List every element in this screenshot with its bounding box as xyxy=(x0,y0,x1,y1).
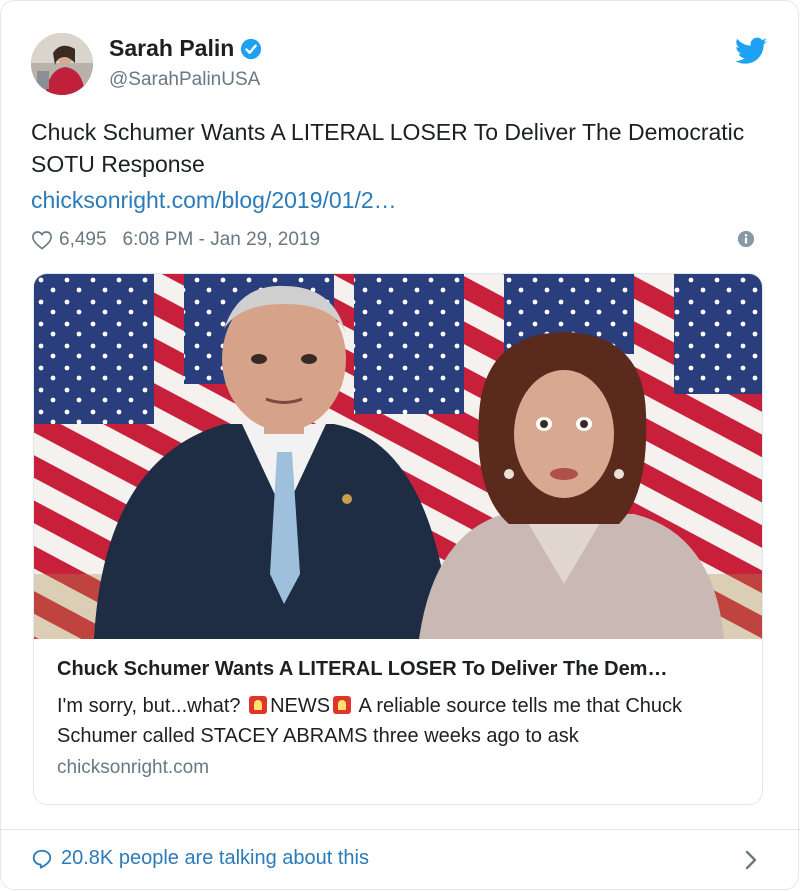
info-icon[interactable] xyxy=(737,230,755,248)
card-body: Chuck Schumer Wants A LITERAL LOSER To D… xyxy=(57,658,747,779)
twitter-bird-icon[interactable] xyxy=(735,37,767,65)
like-count[interactable]: 6,495 xyxy=(59,229,107,251)
card-image[interactable] xyxy=(34,274,762,639)
card-description: I'm sorry, but...what? NEWS A reliable s… xyxy=(57,691,747,751)
timestamp[interactable]: 6:08 PM - Jan 29, 2019 xyxy=(123,229,321,251)
speech-bubble-icon xyxy=(32,849,52,869)
verified-badge-icon xyxy=(241,38,262,59)
tweet-link[interactable]: chicksonright.com/blog/2019/01/2… xyxy=(31,187,397,214)
divider xyxy=(1,829,800,830)
card-desc-news: NEWS xyxy=(270,695,331,717)
tweet-embed[interactable]: Sarah Palin @SarahPalinUSA Chuck Schumer… xyxy=(0,0,800,890)
card-title[interactable]: Chuck Schumer Wants A LITERAL LOSER To D… xyxy=(57,658,747,681)
avatar[interactable] xyxy=(31,33,93,95)
conversation-link[interactable]: 20.8K people are talking about this xyxy=(31,847,369,870)
tweet-meta: 6,495 6:08 PM - Jan 29, 2019 xyxy=(31,227,761,253)
tweet-text: Chuck Schumer Wants A LITERAL LOSER To D… xyxy=(31,119,745,177)
handle[interactable]: @SarahPalinUSA xyxy=(109,69,260,91)
card-desc-intro: I'm sorry, but...what? xyxy=(57,695,241,717)
chevron-right-icon[interactable] xyxy=(744,849,758,871)
link-card[interactable]: Chuck Schumer Wants A LITERAL LOSER To D… xyxy=(33,273,763,805)
conversation-count[interactable]: 20.8K people are talking about this xyxy=(61,847,369,870)
heart-icon[interactable] xyxy=(31,230,53,250)
police-siren-icon xyxy=(249,696,268,714)
display-name[interactable]: Sarah Palin xyxy=(109,35,234,62)
tweet-header: Sarah Palin @SarahPalinUSA xyxy=(31,29,771,99)
card-domain[interactable]: chicksonright.com xyxy=(57,757,747,779)
police-siren-icon xyxy=(333,696,352,714)
